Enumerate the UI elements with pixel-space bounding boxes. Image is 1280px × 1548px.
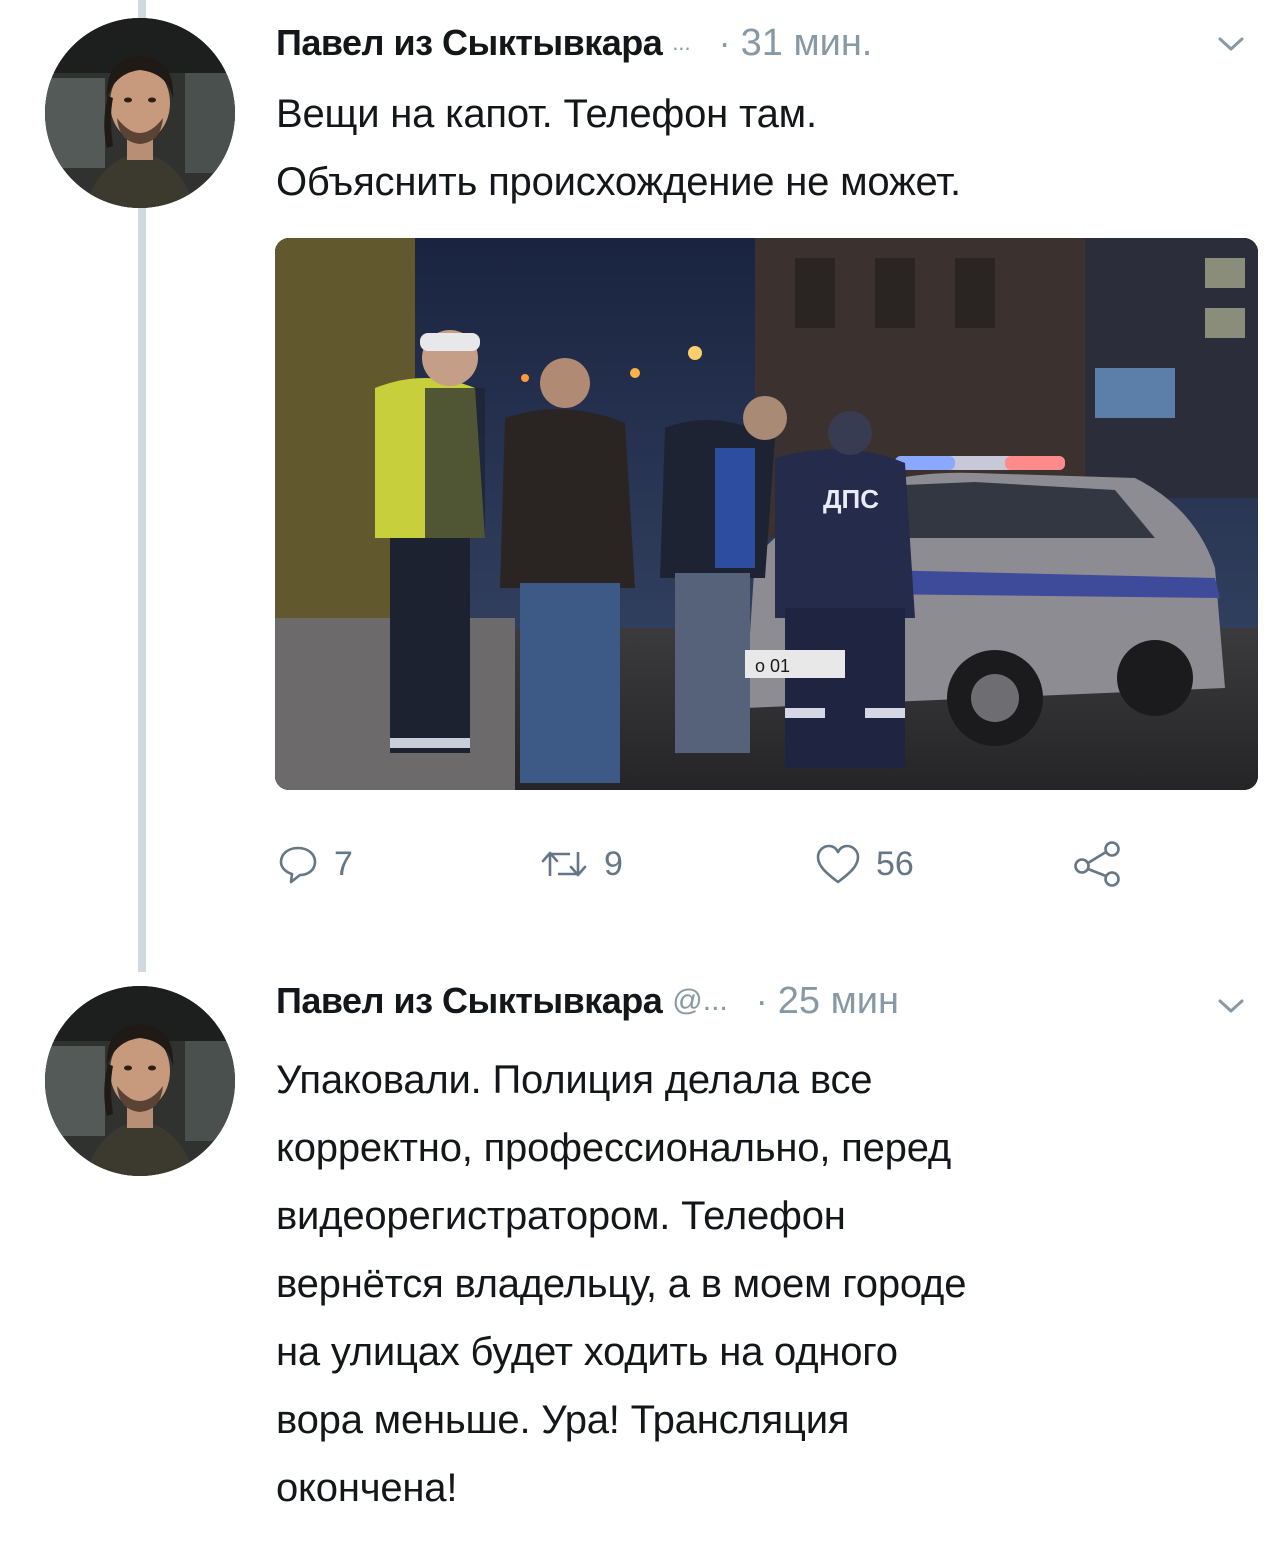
retweet-button[interactable]: 9 bbox=[538, 836, 623, 892]
separator-dot: · bbox=[755, 980, 768, 1021]
tweet-text: Упаковали. Полиция делала все корректно,… bbox=[276, 1058, 967, 1510]
heart-icon bbox=[816, 844, 860, 884]
vest-lettering: ДПС bbox=[823, 484, 879, 514]
tweet-text: Вещи на капот. Телефон там. Объяснить пр… bbox=[276, 92, 961, 204]
timestamp[interactable]: 31 мин. bbox=[741, 22, 873, 65]
like-count: 56 bbox=[876, 844, 914, 883]
avatar[interactable] bbox=[45, 986, 235, 1176]
tweet-header: Павел из Сыктывкара @... · 25 мин bbox=[276, 976, 899, 1026]
timestamp[interactable]: 25 мин bbox=[778, 980, 899, 1023]
tweet-header: Павел из Сыктывкара ... · 31 мин. bbox=[276, 18, 872, 68]
share-button[interactable] bbox=[1072, 836, 1124, 892]
reply-icon bbox=[279, 846, 317, 884]
separator-dot: · bbox=[718, 22, 731, 63]
share-icon bbox=[1074, 841, 1120, 887]
license-plate: о 01 bbox=[755, 656, 790, 676]
tweet[interactable]: Павел из Сыктывкара ... · 31 мин. Вещи н… bbox=[0, 0, 1280, 960]
like-button[interactable]: 56 bbox=[814, 836, 914, 892]
chevron-down-icon[interactable] bbox=[1216, 34, 1246, 54]
author-name[interactable]: Павел из Сыктывкара bbox=[276, 22, 663, 64]
chevron-down-icon[interactable] bbox=[1216, 996, 1246, 1016]
tweet-actions: 7 9 56 bbox=[276, 836, 1156, 892]
avatar[interactable] bbox=[45, 18, 235, 208]
tweet-photo[interactable]: ДПС о 01 bbox=[275, 238, 1258, 790]
tweet[interactable]: Павел из Сыктывкара @... · 25 мин Упаков… bbox=[0, 960, 1280, 1548]
author-handle[interactable]: @... bbox=[672, 984, 727, 1018]
retweet-icon bbox=[541, 851, 587, 877]
author-handle[interactable]: ... bbox=[672, 30, 690, 56]
retweet-count: 9 bbox=[604, 844, 623, 883]
reply-count: 7 bbox=[334, 844, 353, 883]
reply-button[interactable]: 7 bbox=[276, 836, 353, 892]
author-name[interactable]: Павел из Сыктывкара bbox=[276, 980, 663, 1022]
